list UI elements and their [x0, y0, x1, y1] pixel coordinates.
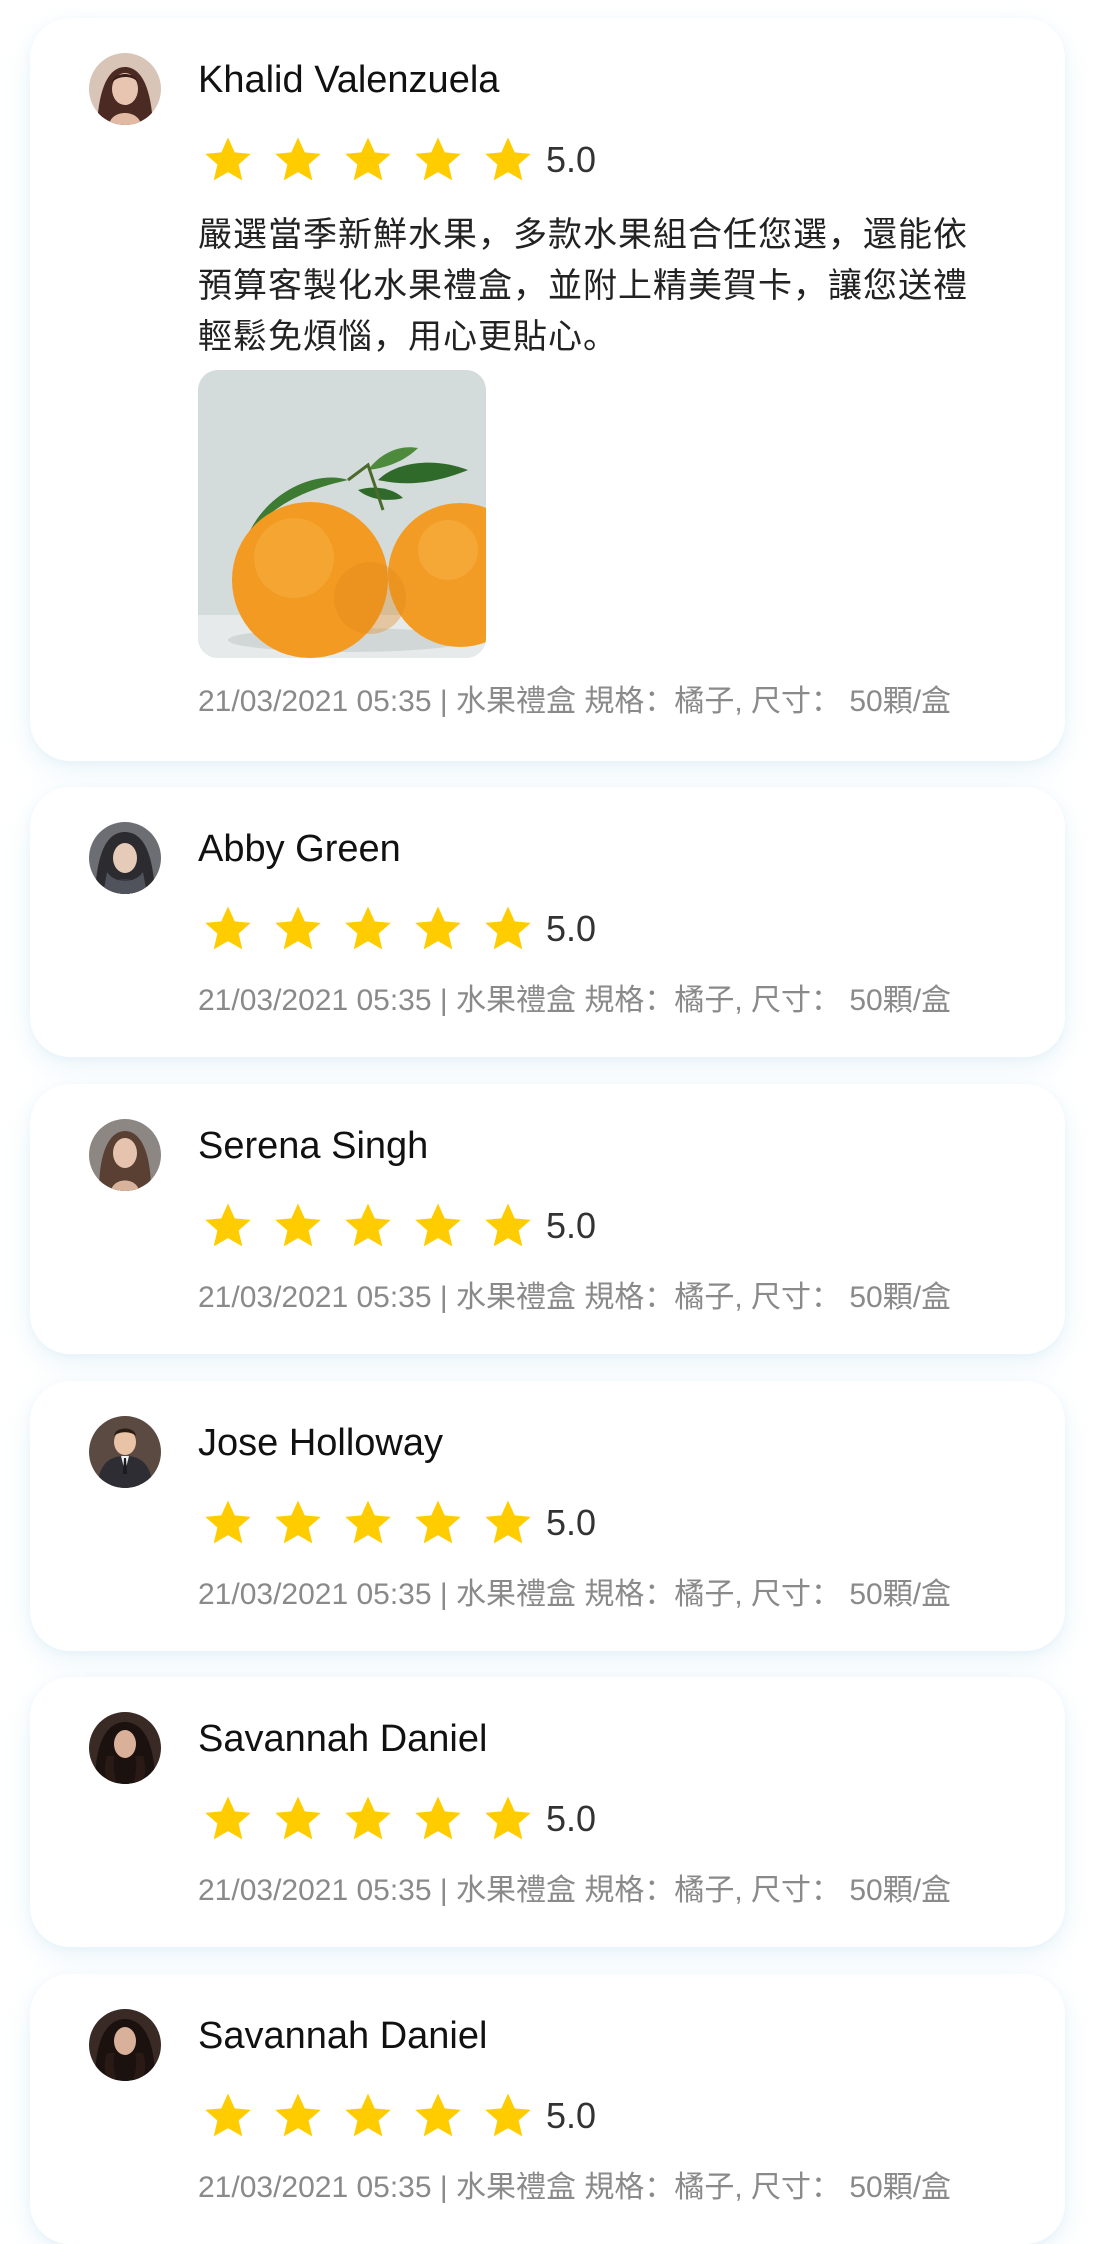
rating-score: 5.0	[546, 139, 597, 180]
star-rating: 5.0	[202, 1493, 596, 1553]
star-icon	[202, 1200, 254, 1252]
star-icon	[202, 903, 254, 955]
review-photo[interactable]	[198, 370, 486, 658]
avatar-image	[89, 822, 161, 894]
star-rating: 5.0	[202, 1196, 596, 1256]
star-icon	[272, 134, 324, 186]
review-meta: 21/03/2021 05:35 | 水果禮盒 規格：橘子, 尺寸： 50顆/盒	[198, 685, 952, 718]
avatar-image	[89, 1416, 161, 1488]
rating-score: 5.0	[546, 1502, 597, 1543]
star-icon	[412, 1200, 464, 1252]
star-icon	[482, 1793, 534, 1845]
avatar-image	[89, 1119, 161, 1191]
review-card: Khalid Valenzuela 5.0 嚴選當季新鮮水果，多款水果組合任您選…	[30, 18, 1065, 761]
review-card: Abby Green 5.0 21/03/2021 05:35 | 水果禮盒 規…	[30, 787, 1065, 1057]
review-text: 嚴選當季新鮮水果，多款水果組合任您選，還能依預算客製化水果禮盒，並附上精美賀卡，…	[198, 216, 968, 356]
rating-score: 5.0	[546, 908, 597, 949]
star-icon	[412, 1497, 464, 1549]
star-icon	[482, 134, 534, 186]
star-icon	[202, 1793, 254, 1845]
star-icon	[272, 1793, 324, 1845]
review-meta: 21/03/2021 05:35 | 水果禮盒 規格：橘子, 尺寸： 50顆/盒	[198, 1281, 952, 1314]
avatar[interactable]	[89, 1712, 161, 1784]
avatar[interactable]	[89, 2009, 161, 2081]
star-icon	[202, 134, 254, 186]
review-card: Serena Singh 5.0 21/03/2021 05:35 | 水果禮盒…	[30, 1084, 1065, 1354]
avatar[interactable]	[89, 1119, 161, 1191]
reviewer-name: Savannah Daniel	[198, 2015, 488, 2057]
star-icon	[342, 2090, 394, 2142]
avatar[interactable]	[89, 1416, 161, 1488]
reviewer-name: Jose Holloway	[198, 1422, 443, 1464]
star-icon	[202, 1497, 254, 1549]
star-icon	[412, 134, 464, 186]
star-icon	[272, 903, 324, 955]
rating-score: 5.0	[546, 1798, 597, 1839]
star-icon	[342, 1497, 394, 1549]
star-icon	[342, 134, 394, 186]
review-meta: 21/03/2021 05:35 | 水果禮盒 規格：橘子, 尺寸： 50顆/盒	[198, 1874, 952, 1907]
star-rating: 5.0	[202, 899, 596, 959]
rating-score: 5.0	[546, 2095, 597, 2136]
rating-score: 5.0	[546, 1205, 597, 1246]
star-icon	[412, 1793, 464, 1845]
reviewer-name: Abby Green	[198, 828, 401, 870]
star-rating: 5.0	[202, 2086, 596, 2146]
avatar-image	[89, 53, 161, 125]
avatar[interactable]	[89, 53, 161, 125]
review-meta: 21/03/2021 05:35 | 水果禮盒 規格：橘子, 尺寸： 50顆/盒	[198, 984, 952, 1017]
star-rating: 5.0	[202, 130, 596, 190]
star-icon	[412, 2090, 464, 2142]
star-icon	[272, 1497, 324, 1549]
reviewer-name: Savannah Daniel	[198, 1718, 488, 1760]
review-card: Savannah Daniel 5.0 21/03/2021 05:35 | 水…	[30, 1974, 1065, 2244]
star-icon	[482, 2090, 534, 2142]
reviewer-name: Khalid Valenzuela	[198, 59, 500, 101]
star-rating: 5.0	[202, 1789, 596, 1849]
avatar-image	[89, 2009, 161, 2081]
star-icon	[342, 1793, 394, 1845]
star-icon	[272, 2090, 324, 2142]
review-meta: 21/03/2021 05:35 | 水果禮盒 規格：橘子, 尺寸： 50顆/盒	[198, 2171, 952, 2204]
star-icon	[342, 1200, 394, 1252]
star-icon	[482, 1497, 534, 1549]
review-meta: 21/03/2021 05:35 | 水果禮盒 規格：橘子, 尺寸： 50顆/盒	[198, 1578, 952, 1611]
avatar-image	[89, 1712, 161, 1784]
star-icon	[342, 903, 394, 955]
review-card: Savannah Daniel 5.0 21/03/2021 05:35 | 水…	[30, 1677, 1065, 1947]
star-icon	[482, 1200, 534, 1252]
star-icon	[482, 903, 534, 955]
avatar[interactable]	[89, 822, 161, 894]
star-icon	[412, 903, 464, 955]
reviewer-name: Serena Singh	[198, 1125, 429, 1167]
orange-photo-icon	[198, 370, 486, 658]
review-card: Jose Holloway 5.0 21/03/2021 05:35 | 水果禮…	[30, 1381, 1065, 1651]
star-icon	[202, 2090, 254, 2142]
star-icon	[272, 1200, 324, 1252]
